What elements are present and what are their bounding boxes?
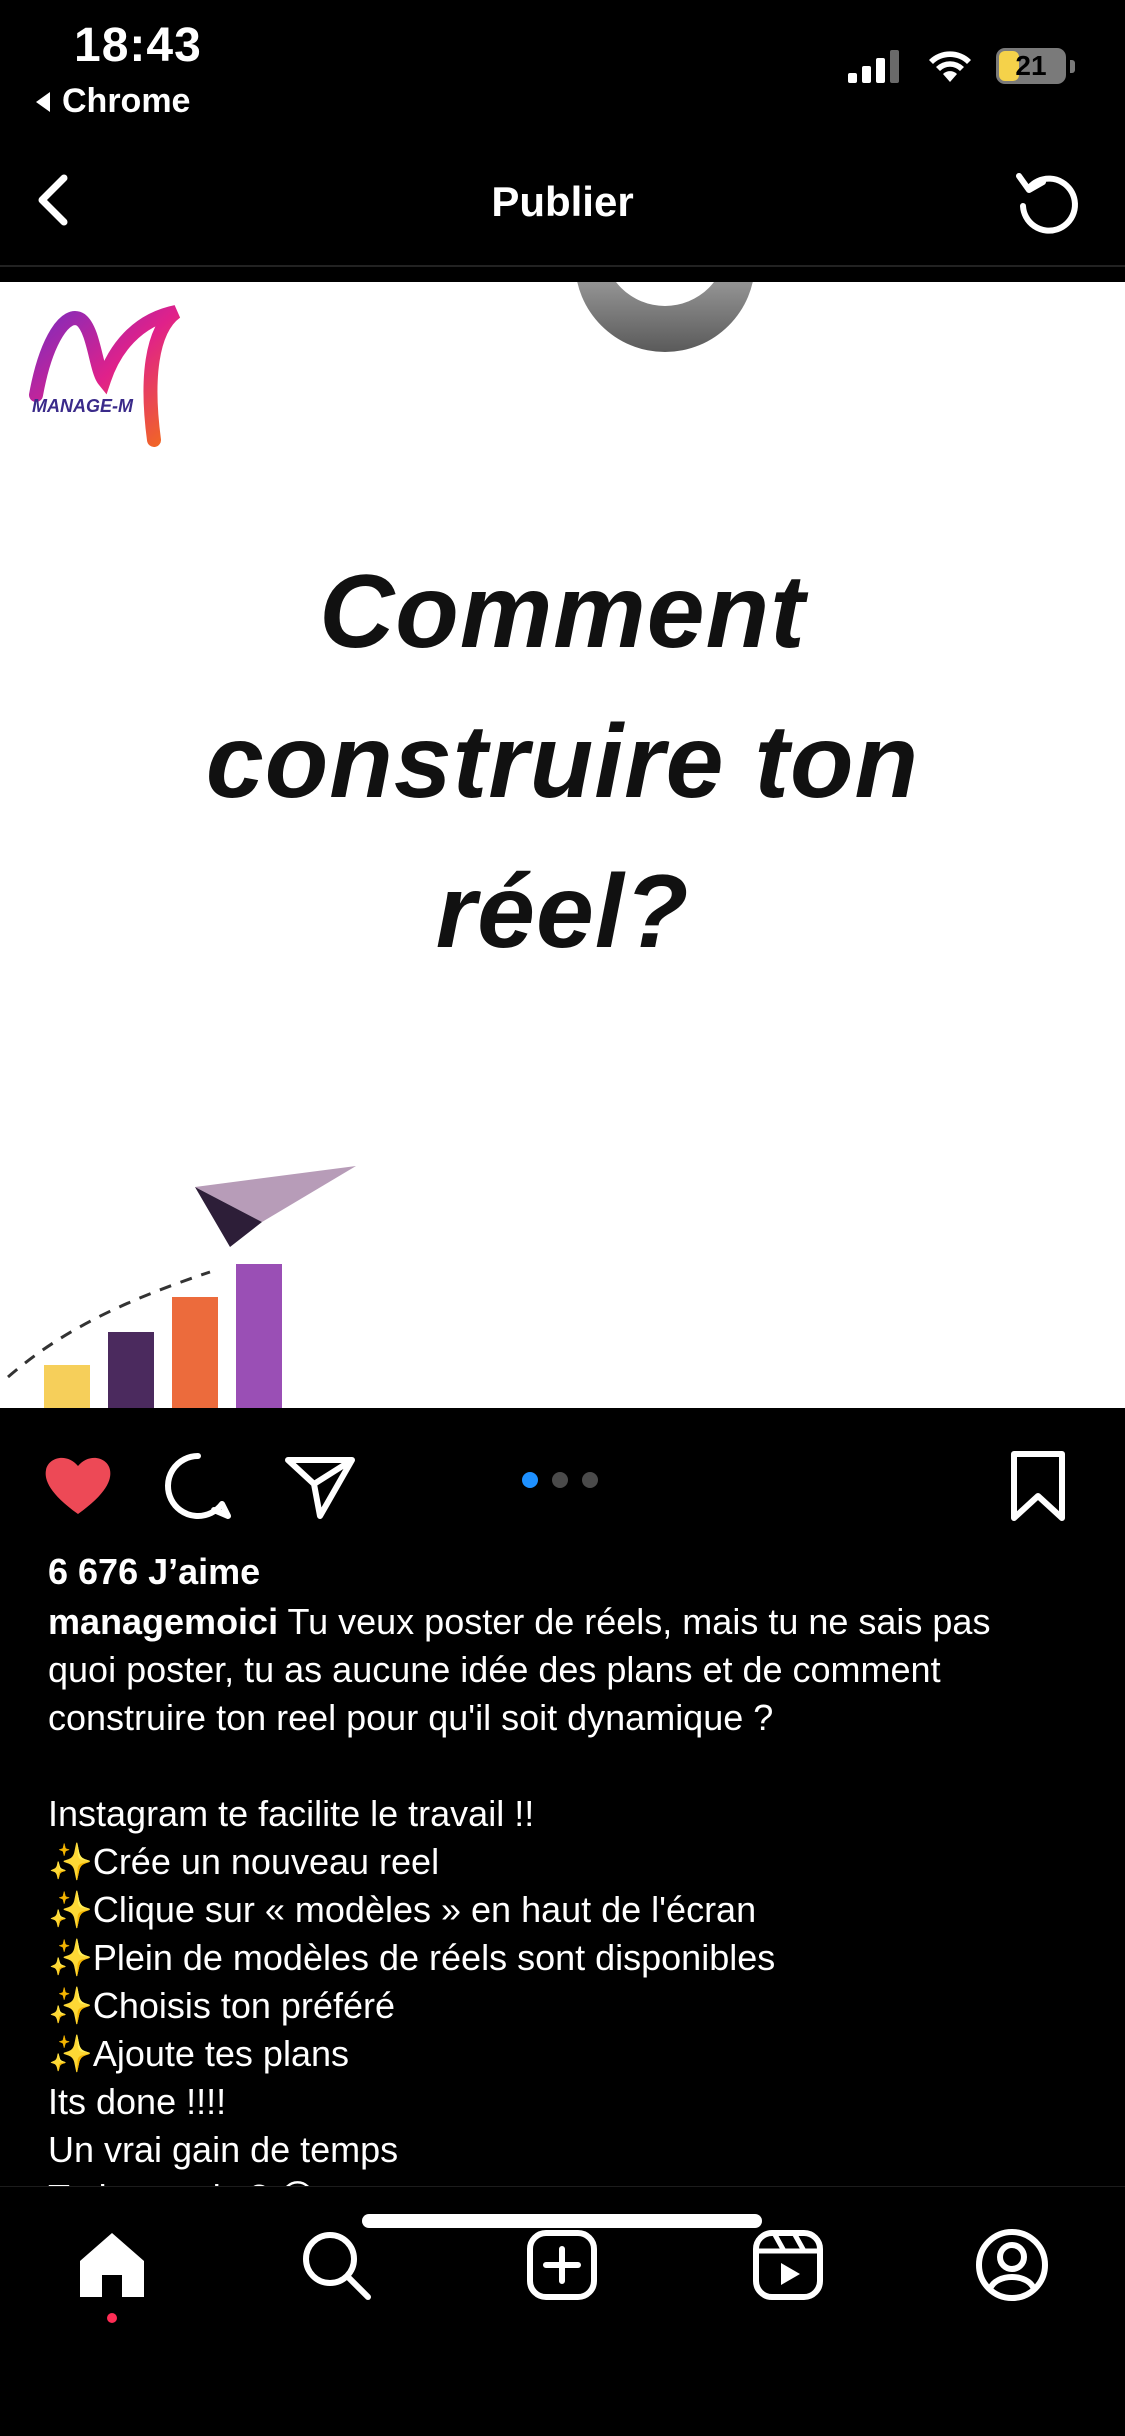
back-triangle-icon <box>36 91 50 112</box>
decorative-ring-graphic <box>577 282 753 352</box>
home-indicator[interactable] <box>362 2214 762 2228</box>
signal-icon <box>848 50 899 83</box>
post-caption: 6 676 J’aime managemoici Tu veux poster … <box>48 1548 1088 2188</box>
header-divider <box>0 265 1125 267</box>
post-actions <box>0 1410 1125 1550</box>
likes-count[interactable]: 6 676 J’aime <box>48 1548 1088 1596</box>
battery-level: 21 <box>1015 50 1047 81</box>
home-notification-dot <box>107 2313 117 2323</box>
reels-icon[interactable] <box>748 2225 828 2305</box>
headline-line-3: réel? <box>435 854 690 970</box>
like-heart-icon[interactable] <box>40 1448 116 1524</box>
carousel-dot-active <box>522 1472 538 1488</box>
caption-line: quoi poster, tu as aucune idée des plans… <box>48 1649 941 1690</box>
post-username[interactable]: managemoici <box>48 1601 278 1642</box>
svg-text:MANAGE-M: MANAGE-M <box>32 396 134 416</box>
post-headline: Comment construire ton réel? <box>0 537 1125 987</box>
caption-line: ✨Clique sur « modèles » en haut de l'écr… <box>48 1889 757 1930</box>
battery-cap <box>1070 59 1075 73</box>
status-time: 18:43 <box>74 19 202 72</box>
status-indicators: 21 <box>848 48 1075 84</box>
share-send-icon[interactable] <box>282 1448 358 1524</box>
carousel-indicator <box>522 1472 598 1488</box>
caption-line: ✨Plein de modèles de réels sont disponib… <box>48 1937 776 1978</box>
page-title: Publier <box>491 178 634 225</box>
caption-line: Its done !!!! <box>48 2081 227 2122</box>
caption-line: ✨Choisis ton préféré <box>48 1985 395 2026</box>
back-to-app-link[interactable]: Chrome <box>36 82 190 121</box>
search-icon[interactable] <box>296 2225 376 2305</box>
headline-line-1: Comment <box>319 554 806 670</box>
caption-line: Un vrai gain de temps <box>48 2129 399 2170</box>
headline-line-2: construire ton <box>205 704 920 820</box>
battery-icon: 21 <box>996 48 1066 84</box>
save-bookmark-icon[interactable] <box>1000 1448 1076 1524</box>
carousel-dot <box>582 1472 598 1488</box>
manage-moi-logo: MANAGE-M <box>29 305 181 447</box>
carousel-dot <box>552 1472 568 1488</box>
status-bar: 18:43 Chrome 21 <box>0 0 1125 130</box>
back-app-label: Chrome <box>62 82 191 120</box>
caption-line: ✨Crée un nouveau reel <box>48 1841 440 1882</box>
caption-line: ✨Ajoute tes plans <box>48 2033 349 2074</box>
top-header: Publier <box>0 140 1125 260</box>
home-icon[interactable] <box>72 2225 152 2305</box>
caption-line: Instagram te facilite le travail !! <box>48 1793 535 1834</box>
refresh-icon[interactable] <box>1011 166 1081 236</box>
growth-bars-graphic <box>7 1166 356 1408</box>
comment-icon[interactable] <box>160 1448 236 1524</box>
caption-line: construire ton reel pour qu'il soit dyna… <box>48 1697 774 1738</box>
profile-icon[interactable] <box>972 2225 1052 2305</box>
create-icon[interactable] <box>522 2225 602 2305</box>
post-image[interactable]: MANAGE-M Comment construire ton réel? <box>0 282 1125 1408</box>
wifi-icon <box>929 51 971 82</box>
caption-first-line: Tu veux poster de réels, mais tu ne sais… <box>287 1601 991 1642</box>
